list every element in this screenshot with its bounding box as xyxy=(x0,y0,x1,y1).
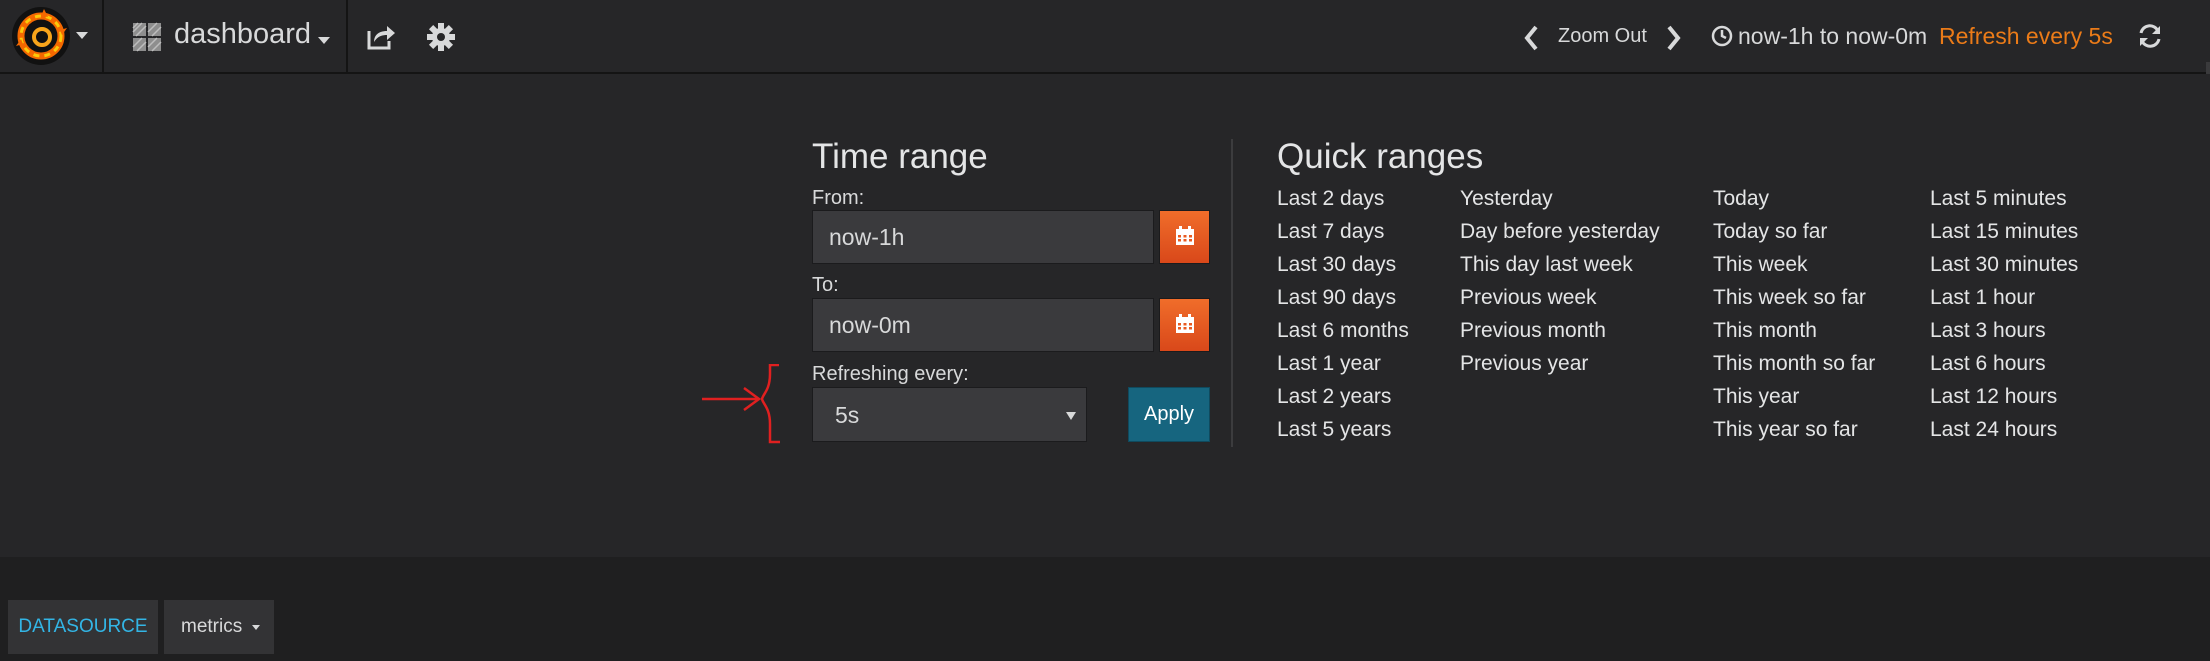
refresh-icon[interactable] xyxy=(2136,22,2164,50)
chevron-right-icon[interactable] xyxy=(1665,24,1683,52)
quick-range-item[interactable]: Last 15 minutes xyxy=(1930,215,2078,248)
quick-range-item[interactable]: This year xyxy=(1713,380,1875,413)
quick-ranges-column: Last 2 days Last 7 days Last 30 days Last 9… xyxy=(1277,182,1409,446)
apply-button[interactable]: Apply xyxy=(1128,387,1210,442)
grafana-logo-icon[interactable] xyxy=(11,6,71,66)
quick-range-item[interactable]: Day before yesterday xyxy=(1460,215,1660,248)
dashboard-title[interactable]: dashboard xyxy=(174,18,311,51)
quick-range-item[interactable]: Previous week xyxy=(1460,281,1660,314)
quick-range-item[interactable]: Last 3 hours xyxy=(1930,314,2078,347)
from-label: From: xyxy=(812,187,865,209)
quick-range-item[interactable]: Previous month xyxy=(1460,314,1660,347)
from-input[interactable] xyxy=(812,210,1154,264)
calendar-icon xyxy=(1176,314,1194,333)
time-picker-panel: Time range From: To: xyxy=(0,74,2210,557)
clock-icon xyxy=(1711,25,1733,47)
quick-range-item[interactable]: Last 6 hours xyxy=(1930,347,2078,380)
quick-range-item[interactable]: Last 1 hour xyxy=(1930,281,2078,314)
quick-range-item[interactable]: Previous year xyxy=(1460,347,1660,380)
quick-range-item[interactable]: Last 5 years xyxy=(1277,413,1409,446)
time-range-heading: Time range xyxy=(812,137,988,176)
quick-range-item[interactable]: Last 30 minutes xyxy=(1930,248,2078,281)
dashboard-grid-icon xyxy=(132,22,162,52)
quick-range-item[interactable]: This year so far xyxy=(1713,413,1875,446)
annotation-arrow-icon xyxy=(702,364,780,444)
top-navbar: dashboard Zoom Out now-1h to now-0m Refr… xyxy=(0,0,2210,74)
panel-divider xyxy=(1231,139,1233,447)
metrics-variable-dropdown[interactable]: metrics xyxy=(164,600,274,654)
quick-ranges-heading: Quick ranges xyxy=(1277,137,1484,176)
quick-range-item[interactable]: This week xyxy=(1713,248,1875,281)
quick-range-item[interactable]: Last 7 days xyxy=(1277,215,1409,248)
quick-range-item[interactable]: Last 90 days xyxy=(1277,281,1409,314)
quick-range-item[interactable]: Last 5 minutes xyxy=(1930,182,2078,215)
to-label: To: xyxy=(812,274,839,296)
quick-range-item[interactable]: Today so far xyxy=(1713,215,1875,248)
refresh-interval-value: 5s xyxy=(835,402,860,428)
quick-range-item[interactable]: Last 2 days xyxy=(1277,182,1409,215)
menu-caret-icon xyxy=(76,32,88,39)
gear-icon[interactable] xyxy=(424,20,458,54)
calendar-icon xyxy=(1176,226,1194,245)
quick-range-item[interactable]: Last 30 days xyxy=(1277,248,1409,281)
templating-bar: DATASOURCE metrics xyxy=(0,557,2210,661)
quick-range-item[interactable]: Last 6 months xyxy=(1277,314,1409,347)
to-input[interactable] xyxy=(812,298,1154,352)
quick-range-item[interactable]: This week so far xyxy=(1713,281,1875,314)
to-calendar-button[interactable] xyxy=(1159,298,1210,352)
datasource-variable-label[interactable]: DATASOURCE xyxy=(8,600,158,654)
refresh-interval-select[interactable]: 5s xyxy=(812,387,1087,442)
quick-range-item[interactable]: Last 12 hours xyxy=(1930,380,2078,413)
quick-range-item[interactable]: Last 2 years xyxy=(1277,380,1409,413)
share-icon[interactable] xyxy=(364,20,398,54)
zoom-out-button[interactable]: Zoom Out xyxy=(1558,25,1647,48)
refresh-interval-button[interactable]: Refresh every 5s xyxy=(1939,23,2113,50)
caret-down-icon xyxy=(252,625,260,630)
quick-ranges-column: Last 5 minutes Last 15 minutes Last 30 min… xyxy=(1930,182,2078,446)
from-calendar-button[interactable] xyxy=(1159,210,1210,264)
quick-range-item[interactable]: This month xyxy=(1713,314,1875,347)
quick-range-item[interactable]: This day last week xyxy=(1460,248,1660,281)
quick-ranges-column: Today Today so far This week This week so f… xyxy=(1713,182,1875,446)
quick-range-item[interactable]: This month so far xyxy=(1713,347,1875,380)
refreshing-every-label: Refreshing every: xyxy=(812,363,969,385)
dropdown-arrow-icon xyxy=(1066,412,1076,420)
quick-range-item[interactable]: Yesterday xyxy=(1460,182,1660,215)
quick-range-item[interactable]: Today xyxy=(1713,182,1875,215)
grafana-menu[interactable] xyxy=(0,0,104,74)
metrics-variable-label: metrics xyxy=(181,616,243,637)
chevron-left-icon[interactable] xyxy=(1522,24,1540,52)
dashboard-caret-icon xyxy=(318,37,330,44)
time-range-button[interactable]: now-1h to now-0m xyxy=(1738,23,1927,50)
quick-range-item[interactable]: Last 1 year xyxy=(1277,347,1409,380)
quick-range-item[interactable]: Last 24 hours xyxy=(1930,413,2078,446)
quick-ranges-column: Yesterday Day before yesterday This day la… xyxy=(1460,182,1660,380)
dashboard-picker[interactable]: dashboard xyxy=(106,0,348,74)
